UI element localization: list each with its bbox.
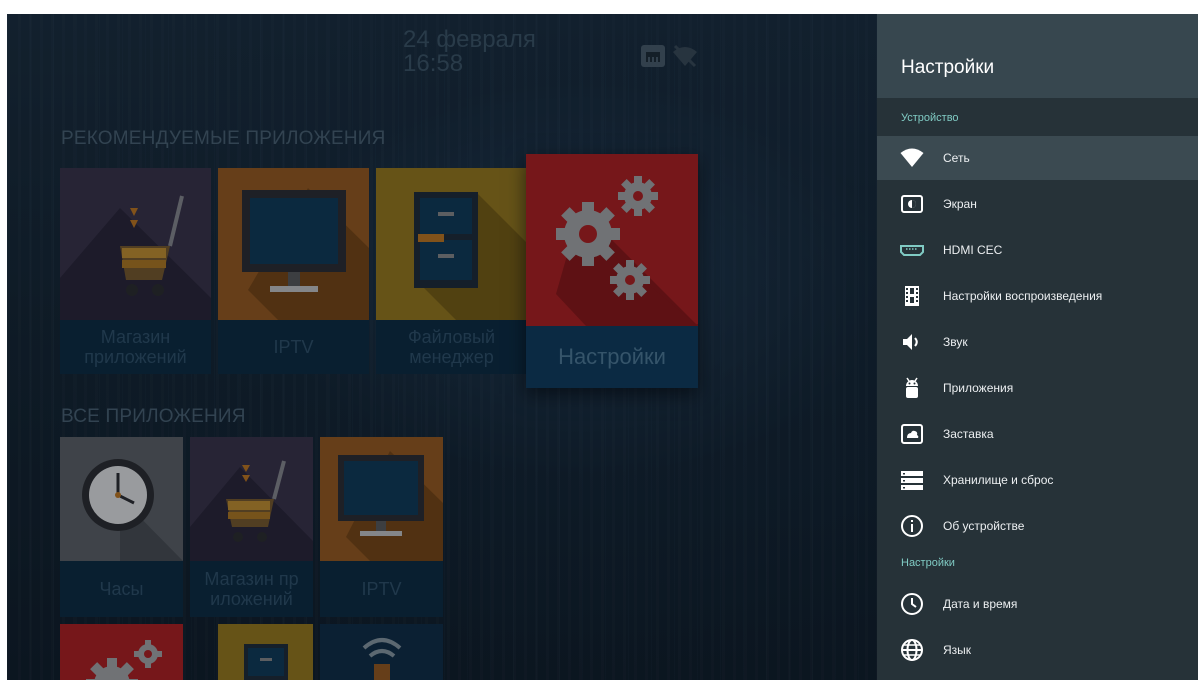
menu-item-label: Хранилище и сброс bbox=[943, 473, 1054, 487]
clock-icon bbox=[901, 593, 923, 615]
menu-item-screensaver[interactable]: Заставка bbox=[877, 412, 1198, 456]
globe-icon bbox=[901, 639, 923, 661]
hdmi-icon bbox=[900, 245, 924, 256]
info-icon bbox=[901, 515, 923, 537]
menu-item-label: Экран bbox=[943, 197, 977, 211]
film-icon bbox=[905, 286, 919, 306]
menu-item-label: Об устройстве bbox=[943, 519, 1025, 533]
menu-item-label: Язык bbox=[943, 643, 972, 657]
menu-item-label: Сеть bbox=[943, 151, 970, 165]
screensaver-icon bbox=[901, 424, 923, 444]
menu-item-hdmi-cec[interactable]: HDMI CEC bbox=[877, 228, 1198, 272]
menu-item-screen[interactable]: Экран bbox=[877, 182, 1198, 226]
category-device: Устройство bbox=[901, 112, 959, 124]
storage-icon bbox=[901, 471, 923, 490]
menu-item-language[interactable]: Язык bbox=[877, 628, 1198, 672]
menu-item-label: Настройки воспроизведения bbox=[943, 289, 1103, 303]
screen-icon bbox=[901, 195, 923, 213]
menu-item-about[interactable]: Об устройстве bbox=[877, 504, 1198, 548]
settings-panel: Настройки Устройство Сеть Экран HDMI CEC bbox=[877, 14, 1198, 680]
menu-item-sound[interactable]: Звук bbox=[877, 320, 1198, 364]
tv-screen: 24 февраля 16:58 РЕКОМЕНДУЕМЫЕ ПРИЛОЖЕНИ… bbox=[7, 14, 1198, 680]
menu-item-apps[interactable]: Приложения bbox=[877, 366, 1198, 410]
menu-item-label: HDMI CEC bbox=[943, 243, 1003, 257]
menu-item-label: Приложения bbox=[943, 381, 1014, 395]
settings-panel-header: Настройки bbox=[877, 14, 1198, 98]
menu-item-playback-settings[interactable]: Настройки воспроизведения bbox=[877, 274, 1198, 318]
menu-item-label: Заставка bbox=[943, 427, 994, 441]
wifi-icon bbox=[900, 148, 924, 167]
menu-item-storage-reset[interactable]: Хранилище и сброс bbox=[877, 458, 1198, 502]
menu-item-label: Звук bbox=[943, 335, 968, 349]
menu-item-date-time[interactable]: Дата и время bbox=[877, 582, 1198, 626]
settings-panel-title: Настройки bbox=[901, 57, 995, 78]
background-dim-overlay bbox=[7, 14, 877, 680]
menu-item-label: Дата и время bbox=[943, 597, 1018, 611]
menu-item-network[interactable]: Сеть bbox=[877, 136, 1198, 180]
android-icon bbox=[906, 377, 918, 398]
volume-icon bbox=[903, 334, 918, 350]
category-settings: Настройки bbox=[901, 557, 955, 569]
